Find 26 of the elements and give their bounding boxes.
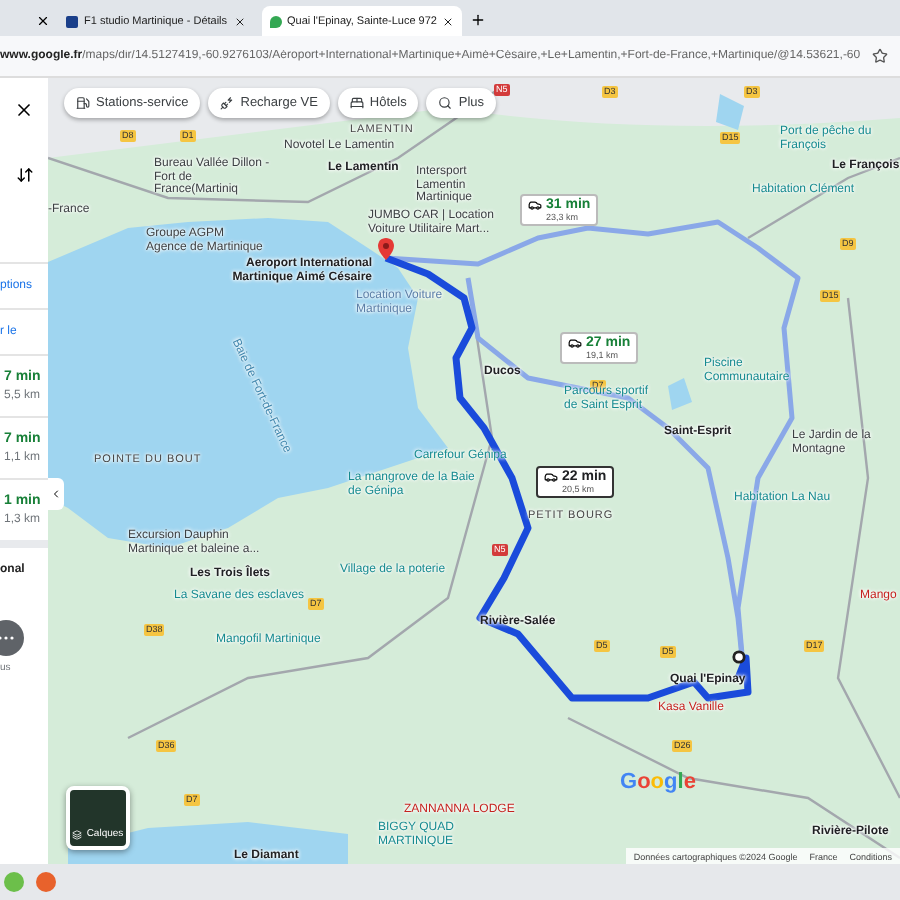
start-point-icon[interactable] <box>732 650 746 664</box>
new-tab-icon[interactable] <box>470 12 487 28</box>
swap-icon[interactable] <box>15 165 33 183</box>
close-icon[interactable] <box>36 14 50 28</box>
lake <box>716 94 744 130</box>
car-icon <box>528 198 542 212</box>
layers-icon <box>72 830 83 840</box>
close-icon[interactable] <box>14 100 34 120</box>
favicon-icon <box>66 15 78 27</box>
browser-icon[interactable] <box>36 872 56 892</box>
plug-icon <box>220 96 235 110</box>
lake <box>668 378 692 410</box>
location-pin-icon[interactable] <box>378 238 394 260</box>
bed-icon <box>349 96 364 110</box>
map[interactable] <box>48 78 900 864</box>
fuel-pump-icon <box>76 96 90 110</box>
car-icon <box>544 470 558 484</box>
search-icon <box>438 96 453 110</box>
star-icon[interactable] <box>872 48 888 64</box>
car-icon <box>568 336 582 350</box>
favicon-icon <box>269 15 282 27</box>
close-icon[interactable] <box>442 15 455 27</box>
collapse-button[interactable] <box>48 478 64 510</box>
close-icon[interactable] <box>233 15 246 27</box>
google-logo: Google <box>620 770 696 794</box>
chevron-left-icon <box>50 488 62 500</box>
